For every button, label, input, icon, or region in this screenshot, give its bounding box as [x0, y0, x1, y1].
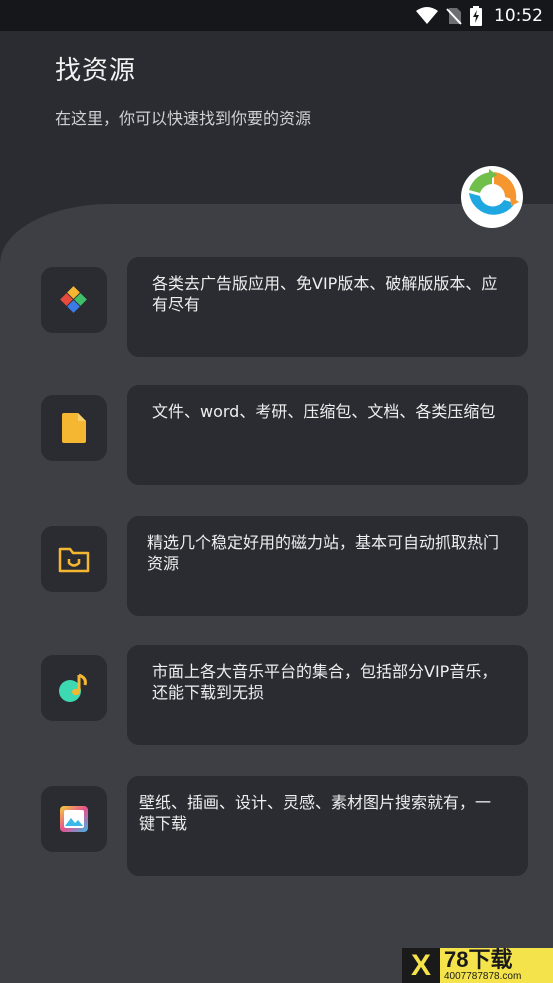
icon-tile — [41, 655, 107, 721]
page-subtitle: 在这里，你可以快速找到你要的资源 — [55, 109, 312, 128]
item-card[interactable]: 精选几个稳定好用的磁力站，基本可自动抓取热门资源 — [127, 516, 528, 616]
item-description: 各类去广告版应用、免VIP版本、破解版版本、应有尽有 — [152, 274, 498, 314]
image-icon — [60, 806, 88, 832]
clock: 10:52 — [494, 5, 543, 26]
item-description: 文件、word、考研、压缩包、文档、各类压缩包 — [152, 402, 496, 421]
item-card[interactable]: 壁纸、插画、设计、灵感、素材图片搜索就有，一键下载 — [127, 776, 528, 876]
list-item[interactable]: 文件、word、考研、压缩包、文档、各类压缩包 — [41, 385, 528, 485]
item-description: 精选几个稳定好用的磁力站，基本可自动抓取热门资源 — [147, 533, 500, 573]
watermark-brand: 78下载 — [444, 948, 513, 972]
list-item[interactable]: 市面上各大音乐平台的集合，包括部分VIP音乐，还能下载到无损 — [41, 645, 528, 745]
app-logo-icon — [461, 166, 523, 228]
item-card[interactable]: 市面上各大音乐平台的集合，包括部分VIP音乐，还能下载到无损 — [127, 645, 528, 745]
page-header: 找资源 在这里，你可以快速找到你要的资源 — [55, 50, 311, 129]
item-card[interactable]: 各类去广告版应用、免VIP版本、破解版版本、应有尽有 — [127, 257, 528, 357]
status-bar: 10:52 — [0, 0, 553, 31]
page-title: 找资源 — [55, 56, 137, 86]
battery-charging-icon — [470, 5, 482, 26]
list-item[interactable]: 精选几个稳定好用的磁力站，基本可自动抓取热门资源 — [41, 516, 528, 616]
icon-tile — [41, 395, 107, 461]
watermark-url: 4007787878.com — [444, 971, 522, 982]
list-item[interactable]: 各类去广告版应用、免VIP版本、破解版版本、应有尽有 — [41, 257, 528, 357]
app-blocks-icon — [60, 286, 87, 313]
icon-tile — [41, 526, 107, 592]
item-card[interactable]: 文件、word、考研、压缩包、文档、各类压缩包 — [127, 385, 528, 485]
item-description: 市面上各大音乐平台的集合，包括部分VIP音乐，还能下载到无损 — [152, 662, 498, 702]
watermark-logo-icon: X — [402, 948, 440, 983]
music-note-icon — [59, 673, 87, 702]
magnet-folder-icon — [58, 547, 90, 573]
icon-tile — [41, 267, 107, 333]
document-icon — [62, 413, 86, 443]
list-item[interactable]: 壁纸、插画、设计、灵感、素材图片搜索就有，一键下载 — [41, 776, 528, 876]
icon-tile — [41, 786, 107, 852]
watermark: X 78下载 4007787878.com — [402, 948, 553, 983]
no-sim-icon — [446, 7, 462, 25]
wifi-icon — [416, 6, 438, 24]
item-description: 壁纸、插画、设计、灵感、素材图片搜索就有，一键下载 — [139, 793, 492, 833]
